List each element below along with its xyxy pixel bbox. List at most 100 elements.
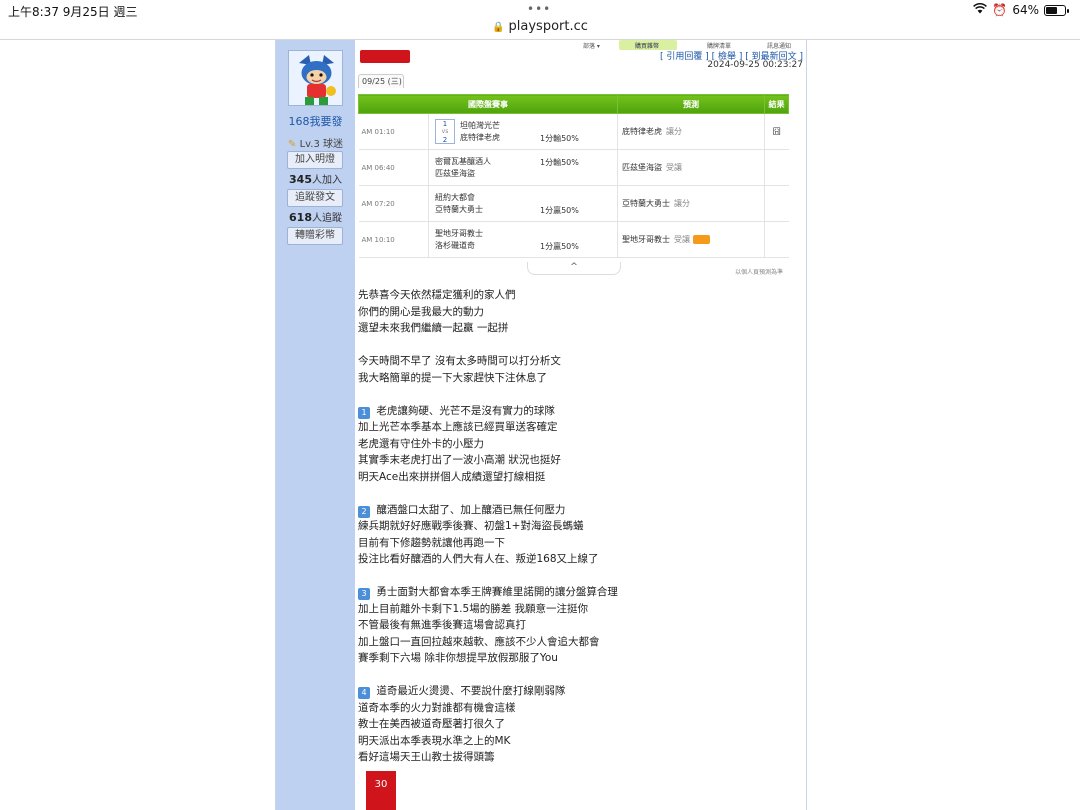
track-posts-button[interactable]: 追蹤發文 [287,189,343,207]
article-line: 目前有下修趨勢就讓他再跑一下 [358,536,505,549]
article-line: 看好這場天王山教士拔得頭籌 [358,751,495,763]
article-line: 2 釀酒盤口太甜了、加上釀酒已無任何壓力 [358,502,798,519]
article-line: 今天時間不早了 沒有太多時間可以打分析文 [358,355,561,367]
article-line: 你們的開心是我最大的動力 [358,305,484,318]
prediction-table: 國際盤賽事 預測 結果 AM 01:10 1 vs 2 坦帕灣光芒 底特律老虎 … [358,94,789,258]
prediction-cell: 底特律老虎 讓分 [617,113,765,150]
section-1-heading: 老虎讓夠硬、光芒不是沒有實力的球隊 [376,404,555,417]
result-cell [764,221,789,258]
section-3-heading: 勇士面對大都會本季王牌賽維里諾開的讓分盤算合理 [376,586,618,598]
game-time: AM 01:10 [358,113,399,150]
header-prediction: 預測 [617,94,765,114]
url-bar[interactable]: 🔒 playsport.cc [0,19,1080,40]
article-line: 道奇本季的火力對誰都有機會這樣 [358,701,516,714]
toolbar-blog[interactable]: 部落 ▾ [583,41,600,50]
prediction-cell: 匹茲堡海盜 受讓 [617,149,765,186]
article-line: 練兵期就好好應戰季後賽、初盤1+對海盜長螞蟻 [358,520,584,532]
follow-count-number: 345 [289,173,312,186]
article-line: 明天派出本季表現水準之上的MK [358,734,511,747]
game-time: AM 06:40 [358,149,399,186]
team-away: 聖地牙哥教士 [435,228,483,238]
red-envelope-badge [360,50,410,63]
article-line: 加上盤口一直回拉越來越軟、應該不少人會追大都會 [358,635,600,648]
article-line: 1 老虎讓夠硬、光芒不是沒有實力的球隊 [358,403,798,420]
section-2-heading: 釀酒盤口太甜了、加上釀酒已無任何壓力 [376,503,566,516]
follow-count: 345人加入 [276,171,355,186]
collapse-table-button[interactable]: ^ [527,262,621,275]
article-line: 我大略簡單的提一下大家趕快下注休息了 [358,371,547,384]
prediction-cell: 聖地牙哥教士 受讓 [617,221,765,258]
table-row: AM 06:40 密爾瓦基釀酒人 匹茲堡海盜 1分輸50% 匹茲堡海盜 受讓 [358,149,789,186]
battery-percent: 64% [1012,3,1039,17]
date-tab[interactable]: 09/25 (三) [358,74,404,88]
url-text: playsport.cc [508,19,588,34]
table-row: AM 10:10 聖地牙哥教士 洛杉磯道奇 1分贏50% 聖地牙哥教士 受讓 [358,221,789,258]
team-home: 亞特蘭大勇士 [435,204,483,214]
track-count-number: 618 [289,211,312,224]
article-line: 先恭喜今天依然穩定獲利的家人們 [358,289,516,301]
username-link[interactable]: 168我要發 [276,113,355,129]
user-level: ✎ Lv.3 球迷 [276,135,355,150]
follow-light-button[interactable]: 加入明燈 [287,151,343,169]
red-envelope-30-badge: 30 [366,771,396,810]
team-home: 洛杉磯道奇 [435,240,475,250]
header-games: 國際盤賽事 [358,94,618,114]
odds: 1分輸50% [540,158,579,167]
article-line: 還望未來我們繼續一起贏 一起拼 [358,322,509,334]
pick-team: 聖地牙哥教士 [622,235,670,244]
header-result: 結果 [764,94,789,114]
article-line: 不管最後有無進季後賽這場會認真打 [358,619,526,631]
hot-pick-icon [693,235,710,244]
pick-team: 底特律老虎 [622,127,662,136]
game-cell: 紐約大都會 亞特蘭大勇士 1分贏50% [428,185,618,222]
game-time: AM 07:20 [358,185,399,222]
gift-coins-button[interactable]: 轉贈彩幣 [287,227,343,245]
pick-type: 讓分 [666,127,682,136]
pick-team: 亞特蘭大勇士 [622,199,670,208]
vs-label: vs [441,128,449,135]
table-row: AM 07:20 紐約大都會 亞特蘭大勇士 1分贏50% 亞特蘭大勇士 讓分 [358,185,789,222]
table-note: 以個人頁預測為準 [734,269,783,276]
track-count: 618人追蹤 [276,209,355,224]
vs-box: 1 vs 2 [435,119,455,144]
user-sidebar: 168我要發 ✎ Lv.3 球迷 加入明燈 345人加入 追蹤發文 618人追蹤… [276,40,355,810]
article-line: 4 道奇最近火燙燙、不要說什麼打線剛弱隊 [358,683,798,700]
table-row: AM 01:10 1 vs 2 坦帕灣光芒 底特律老虎 1分輸50% 底特律老虎… [358,113,789,150]
team-away: 紐約大都會 [435,192,475,202]
pick-type: 受讓 [674,235,690,244]
level-pencil-icon: ✎ [287,139,297,150]
odds: 1分輸50% [540,134,579,143]
article-line: 教士在美西被道奇壓著打很久了 [358,718,505,730]
odds: 1分贏50% [540,206,579,215]
vs-top: 1 [442,120,448,128]
tab-dots-icon[interactable]: ••• [527,2,551,16]
game-time: AM 10:10 [358,221,399,258]
pick-team: 匹茲堡海盜 [622,163,662,172]
prediction-cell: 亞特蘭大勇士 讓分 [617,185,765,222]
team-away: 密爾瓦基釀酒人 [435,156,491,166]
game-cell: 1 vs 2 坦帕灣光芒 底特律老虎 1分輸50% [428,113,618,150]
keycap-3-icon: 3 [358,588,370,600]
team-home: 匹茲堡海盜 [435,168,475,178]
wifi-icon [973,3,988,17]
article-line: 明天Ace出來拼拼個人成績還望打線相挺 [358,470,546,483]
follow-count-suffix: 人加入 [311,175,342,186]
team-away: 坦帕灣光芒 [460,120,500,130]
lock-icon: 🔒 [492,22,505,33]
post-datetime: 2024-09-25 00:23:27 [707,60,803,70]
track-count-suffix: 人追蹤 [311,213,342,224]
pick-type: 受讓 [666,163,682,172]
avatar[interactable] [288,50,343,106]
article-line: 加上目前離外卡剩下1.5場的勝差 我願意一注挺你 [358,602,589,615]
pick-type: 讓分 [674,199,690,208]
keycap-1-icon: 1 [358,406,370,419]
alarm-icon: ⏰ [992,3,1008,17]
odds: 1分贏50% [540,242,579,251]
game-cell: 密爾瓦基釀酒人 匹茲堡海盜 1分輸50% [428,149,618,186]
section-4-heading: 道奇最近火燙燙、不要說什麼打線剛弱隊 [376,685,566,697]
result-cell: 囧 [764,113,789,150]
vs-bottom: 2 [442,136,448,144]
result-cell [764,149,789,186]
game-cell: 聖地牙哥教士 洛杉磯道奇 1分贏50% [428,221,618,258]
keycap-2-icon: 2 [358,505,370,518]
